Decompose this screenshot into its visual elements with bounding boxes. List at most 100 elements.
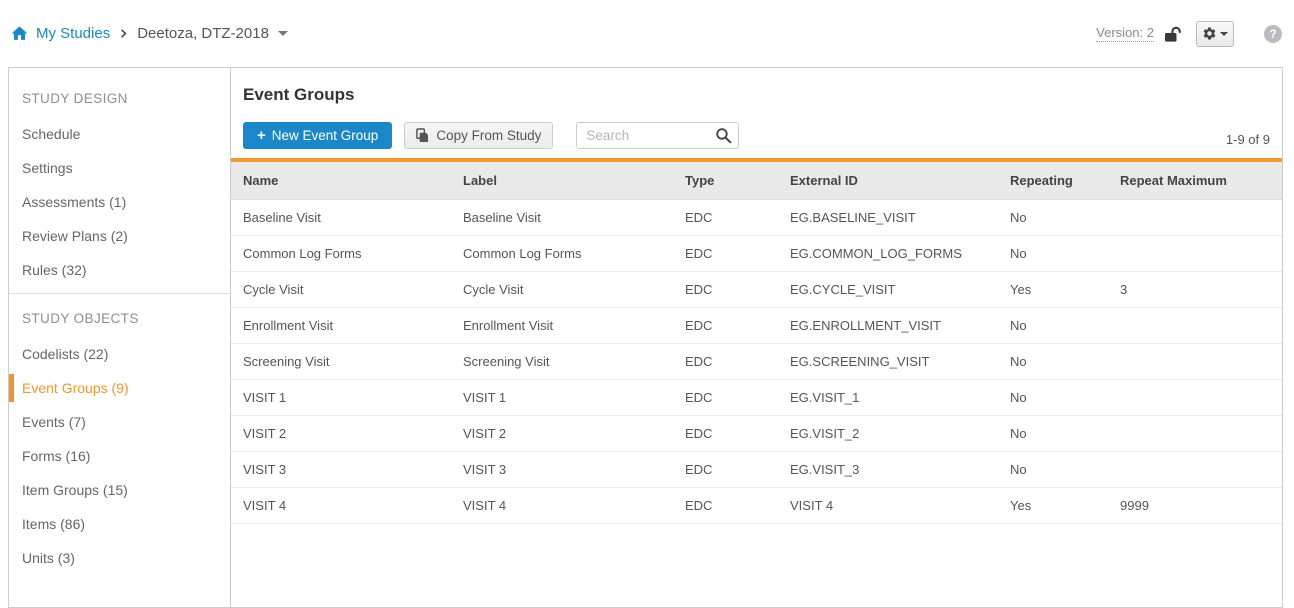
column-header[interactable]: External ID: [778, 160, 998, 200]
gear-caret-icon: [1220, 32, 1228, 36]
cell-repeating: Yes: [998, 272, 1108, 308]
cell-repeat_maximum: [1108, 452, 1282, 488]
gear-icon: [1202, 26, 1217, 41]
cell-repeating: No: [998, 344, 1108, 380]
topbar-controls: Version: 2 ?: [1096, 21, 1282, 47]
version-label[interactable]: Version: 2: [1096, 25, 1154, 42]
study-dropdown-caret-icon[interactable]: [278, 31, 288, 36]
table-row[interactable]: Baseline VisitBaseline VisitEDCEG.BASELI…: [231, 200, 1282, 236]
table-header-row: NameLabelTypeExternal IDRepeatingRepeat …: [231, 160, 1282, 200]
cell-repeat_maximum: 3: [1108, 272, 1282, 308]
cell-name: Baseline Visit: [231, 200, 451, 236]
cell-label: Enrollment Visit: [451, 308, 673, 344]
column-header[interactable]: Type: [673, 160, 778, 200]
cell-repeat_maximum: [1108, 236, 1282, 272]
toolbar: + New Event Group Copy From Study 1-9 of…: [243, 122, 1270, 149]
column-header[interactable]: Name: [231, 160, 451, 200]
table-row[interactable]: VISIT 1VISIT 1EDCEG.VISIT_1No: [231, 380, 1282, 416]
plus-icon: +: [257, 127, 266, 144]
cell-name: Cycle Visit: [231, 272, 451, 308]
cell-type: EDC: [673, 272, 778, 308]
cell-external_id: EG.COMMON_LOG_FORMS: [778, 236, 998, 272]
breadcrumb-my-studies[interactable]: My Studies: [36, 25, 110, 42]
table-row[interactable]: VISIT 3VISIT 3EDCEG.VISIT_3No: [231, 452, 1282, 488]
cell-label: Cycle Visit: [451, 272, 673, 308]
copy-from-study-button[interactable]: Copy From Study: [404, 122, 553, 149]
sidebar-section-title: STUDY OBJECTS: [9, 300, 230, 337]
cell-external_id: EG.SCREENING_VISIT: [778, 344, 998, 380]
content-panel: STUDY DESIGNScheduleSettingsAssessments …: [8, 67, 1283, 608]
cell-external_id: EG.VISIT_2: [778, 416, 998, 452]
table-row[interactable]: Cycle VisitCycle VisitEDCEG.CYCLE_VISITY…: [231, 272, 1282, 308]
cell-name: Common Log Forms: [231, 236, 451, 272]
table-row[interactable]: Enrollment VisitEnrollment VisitEDCEG.EN…: [231, 308, 1282, 344]
cell-type: EDC: [673, 488, 778, 524]
sidebar-item-assessments[interactable]: Assessments (1): [9, 185, 230, 219]
cell-repeating: No: [998, 416, 1108, 452]
sidebar-item-units[interactable]: Units (3): [9, 541, 230, 575]
cell-name: VISIT 2: [231, 416, 451, 452]
sidebar-item-codelists[interactable]: Codelists (22): [9, 337, 230, 371]
column-header[interactable]: Repeating: [998, 160, 1108, 200]
table-row[interactable]: VISIT 2VISIT 2EDCEG.VISIT_2No: [231, 416, 1282, 452]
cell-type: EDC: [673, 380, 778, 416]
new-event-group-button[interactable]: + New Event Group: [243, 122, 392, 149]
sidebar-item-rules[interactable]: Rules (32): [9, 253, 230, 287]
sidebar-item-event-groups[interactable]: Event Groups (9): [9, 371, 230, 405]
column-header[interactable]: Label: [451, 160, 673, 200]
settings-gear-button[interactable]: [1196, 21, 1234, 47]
breadcrumb-chevron-icon: [118, 28, 129, 39]
table-row[interactable]: Screening VisitScreening VisitEDCEG.SCRE…: [231, 344, 1282, 380]
sidebar-item-schedule[interactable]: Schedule: [9, 117, 230, 151]
cell-type: EDC: [673, 200, 778, 236]
cell-type: EDC: [673, 344, 778, 380]
topbar: My Studies Deetoza, DTZ-2018 Version: 2 …: [0, 0, 1294, 67]
table-row[interactable]: VISIT 4VISIT 4EDCVISIT 4Yes9999: [231, 488, 1282, 524]
cell-label: VISIT 2: [451, 416, 673, 452]
cell-type: EDC: [673, 308, 778, 344]
cell-type: EDC: [673, 452, 778, 488]
cell-name: VISIT 3: [231, 452, 451, 488]
cell-name: Enrollment Visit: [231, 308, 451, 344]
cell-name: VISIT 4: [231, 488, 451, 524]
sidebar-item-item-groups[interactable]: Item Groups (15): [9, 473, 230, 507]
sidebar-item-review-plans[interactable]: Review Plans (2): [9, 219, 230, 253]
cell-repeating: No: [998, 236, 1108, 272]
cell-name: VISIT 1: [231, 380, 451, 416]
cell-external_id: EG.ENROLLMENT_VISIT: [778, 308, 998, 344]
search-box: [576, 122, 739, 149]
cell-repeating: Yes: [998, 488, 1108, 524]
cell-external_id: EG.BASELINE_VISIT: [778, 200, 998, 236]
sidebar-item-forms[interactable]: Forms (16): [9, 439, 230, 473]
cell-type: EDC: [673, 236, 778, 272]
cell-external_id: EG.VISIT_1: [778, 380, 998, 416]
breadcrumb-study[interactable]: Deetoza, DTZ-2018: [137, 25, 269, 42]
page-title: Event Groups: [243, 85, 1270, 105]
cell-external_id: VISIT 4: [778, 488, 998, 524]
search-icon[interactable]: [715, 127, 732, 144]
cell-repeating: No: [998, 200, 1108, 236]
sidebar-item-events[interactable]: Events (7): [9, 405, 230, 439]
cell-label: VISIT 4: [451, 488, 673, 524]
copy-icon: [416, 128, 429, 143]
column-header[interactable]: Repeat Maximum: [1108, 160, 1282, 200]
unlock-icon[interactable]: [1164, 25, 1184, 43]
cell-repeat_maximum: 9999: [1108, 488, 1282, 524]
table-row[interactable]: Common Log FormsCommon Log FormsEDCEG.CO…: [231, 236, 1282, 272]
cell-label: VISIT 1: [451, 380, 673, 416]
cell-label: Common Log Forms: [451, 236, 673, 272]
help-icon[interactable]: ?: [1264, 25, 1282, 43]
cell-label: Screening Visit: [451, 344, 673, 380]
sidebar-item-settings[interactable]: Settings: [9, 151, 230, 185]
cell-type: EDC: [673, 416, 778, 452]
cell-external_id: EG.VISIT_3: [778, 452, 998, 488]
sidebar-item-items[interactable]: Items (86): [9, 507, 230, 541]
cell-label: Baseline Visit: [451, 200, 673, 236]
cell-repeating: No: [998, 380, 1108, 416]
cell-name: Screening Visit: [231, 344, 451, 380]
home-icon[interactable]: [10, 24, 29, 43]
cell-external_id: EG.CYCLE_VISIT: [778, 272, 998, 308]
copy-from-study-label: Copy From Study: [436, 128, 541, 143]
cell-repeat_maximum: [1108, 308, 1282, 344]
result-count: 1-9 of 9: [1226, 132, 1270, 149]
